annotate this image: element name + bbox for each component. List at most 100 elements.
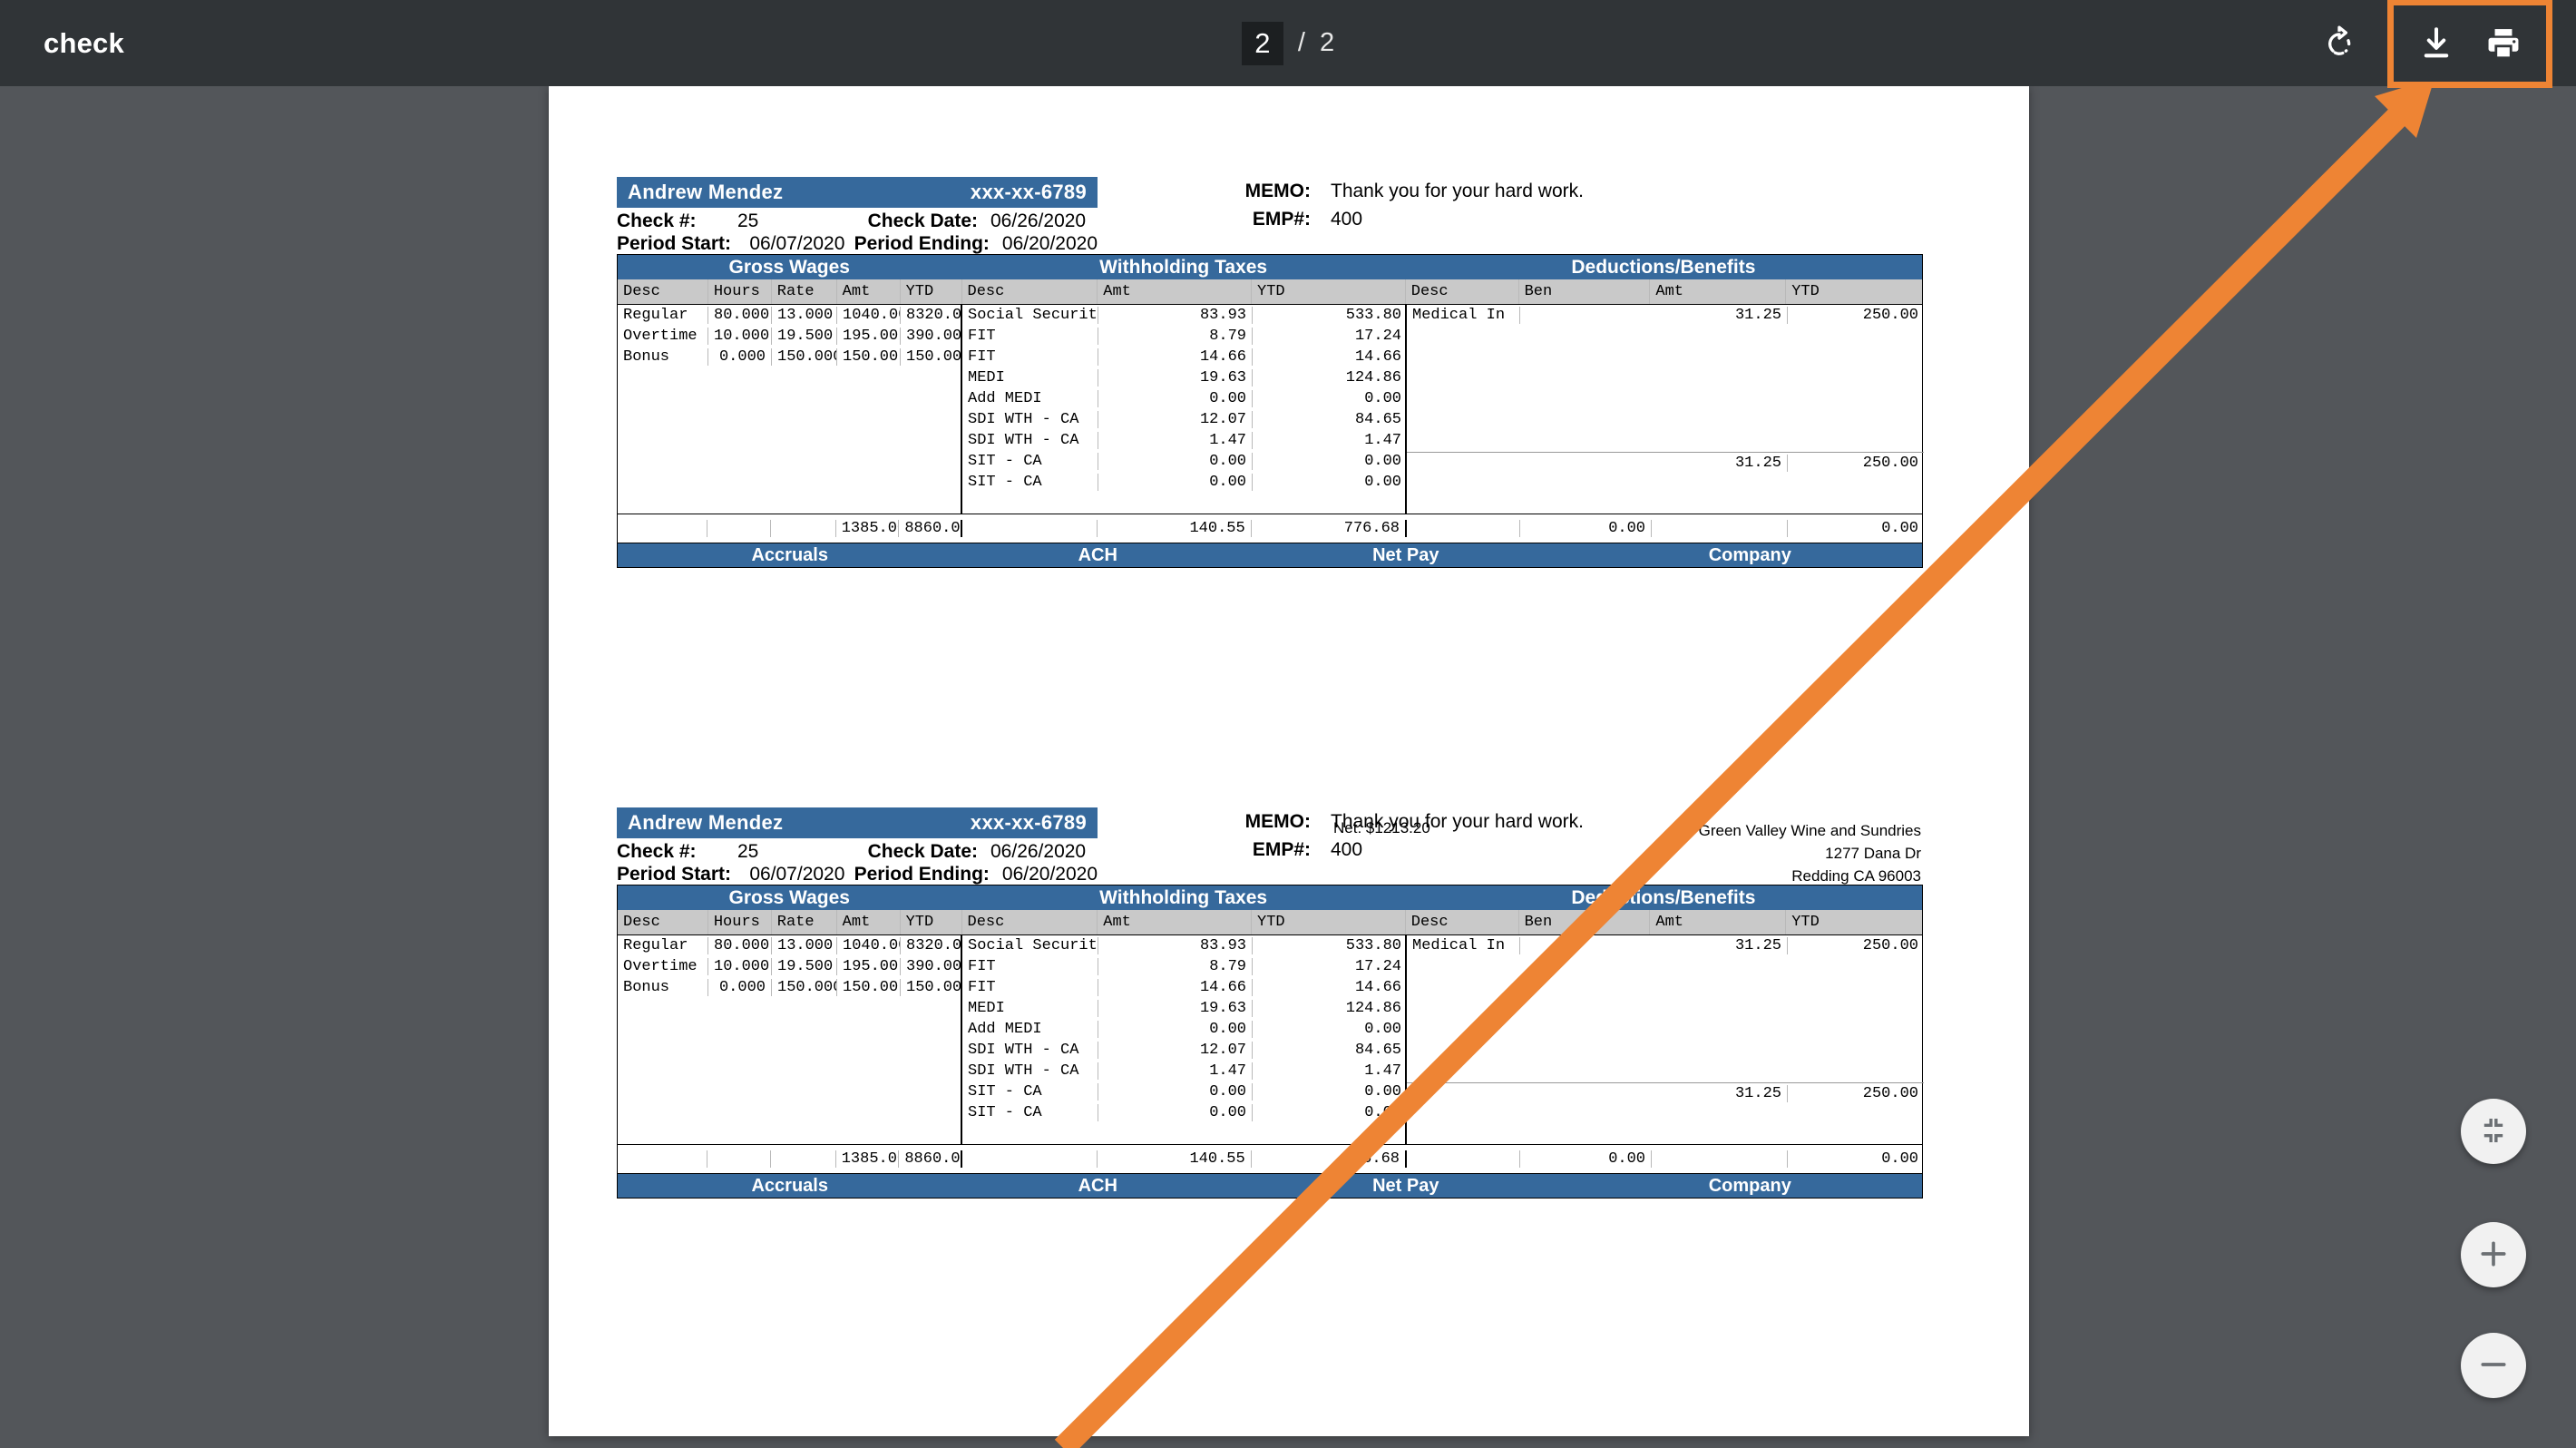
check-number-label: Check #: — [617, 210, 697, 231]
cell: 150.00 — [906, 979, 962, 996]
employee-name-bar: Andrew Mendez xxx-xx-6789 — [617, 807, 1098, 838]
download-icon — [2417, 24, 2455, 63]
employee-ssn: xxx-xx-6789 — [970, 811, 1087, 834]
col-gross-desc: Desc — [618, 910, 708, 934]
emp-number-label: EMP#: — [1252, 209, 1311, 230]
total-cell — [1407, 1150, 1520, 1168]
total-with-ytd: 776.68 — [1343, 520, 1400, 537]
cell: 13.000 — [772, 307, 837, 324]
cell: 250.00 — [1862, 937, 1918, 954]
col-ded-desc: Desc — [1406, 910, 1519, 934]
cell: 19.500 — [772, 328, 837, 345]
fit-to-screen-button[interactable] — [2461, 1099, 2526, 1164]
cell: 0.00 — [1364, 474, 1401, 491]
document-page: Andrew Mendez xxx-xx-6789 Check #: 25 Ch… — [549, 86, 2029, 1436]
current-page-input[interactable]: 2 — [1241, 21, 1283, 65]
cell: Overtime — [618, 328, 708, 345]
col-with-desc: Desc — [962, 910, 1098, 934]
total-cell — [1407, 520, 1520, 537]
cell: 0.000 — [708, 348, 772, 366]
cell: 19.63 — [1098, 369, 1253, 386]
section-deductions-benefits: Deductions/Benefits — [1406, 255, 1922, 279]
check-date-label: Check Date: — [867, 210, 978, 231]
total-gross-ytd: 8860.00 — [904, 1150, 961, 1168]
total-cell — [618, 1150, 708, 1168]
employee-ssn: xxx-xx-6789 — [970, 181, 1087, 203]
check-meta: Check #: 25 Check Date: 06/26/2020 Perio… — [617, 210, 1098, 256]
cell: 0.00 — [1098, 474, 1253, 491]
period-ending-value: 06/20/2020 — [1001, 233, 1098, 254]
total-with-amt: 140.55 — [1098, 520, 1252, 537]
cell: Social Securit — [962, 307, 1098, 324]
deduction-subtotal-row: 31.25 250.00 — [1407, 1082, 1924, 1103]
column-header-row: Desc Hours Rate Amt YTD Desc Amt YTD Des… — [618, 279, 1922, 305]
cell: 150.00 — [837, 979, 901, 996]
minus-icon — [2476, 1347, 2511, 1384]
rotate-clockwise-button[interactable] — [2306, 10, 2373, 77]
print-icon — [2484, 24, 2522, 63]
cell: FIT — [962, 958, 1098, 975]
page-separator: / — [1297, 28, 1305, 57]
cell: 533.80 — [1345, 307, 1401, 324]
period-ending-label: Period Ending: — [854, 864, 990, 885]
check-number-label: Check #: — [617, 841, 697, 862]
toolbar-actions — [2306, 0, 2552, 88]
cell: 14.66 — [1098, 979, 1253, 996]
cell: SIT - CA — [962, 1083, 1098, 1101]
cell: Overtime — [618, 958, 708, 975]
zoom-in-button[interactable] — [2461, 1222, 2526, 1287]
download-button[interactable] — [2403, 10, 2470, 77]
col-with-amt: Amt — [1098, 910, 1253, 934]
total-with-amt: 140.55 — [1098, 1150, 1252, 1168]
cell: Social Securit — [962, 937, 1098, 954]
viewer-toolbar: check 2 / 2 — [0, 0, 2576, 88]
cell: SDI WTH - CA — [962, 411, 1098, 428]
period-start-label: Period Start: — [617, 233, 732, 254]
col-with-amt: Amt — [1098, 279, 1253, 304]
check-meta: Check #: 25 Check Date: 06/26/2020 Perio… — [617, 841, 1098, 886]
col-ded-desc: Desc — [1406, 279, 1519, 304]
total-page-count: 2 — [1319, 28, 1335, 57]
deduction-subtotal-row: 31.25 250.00 — [1407, 452, 1924, 473]
check-date-value: 06/26/2020 — [990, 210, 1087, 231]
cell: SDI WTH - CA — [962, 1062, 1098, 1080]
check-stub: Andrew Mendez xxx-xx-6789 Check #: 25 Ch… — [617, 177, 1924, 885]
total-with-ytd: 776.68 — [1343, 1150, 1400, 1168]
cell: 10.000 — [708, 958, 772, 975]
cell: 1.47 — [1364, 432, 1401, 449]
action-highlight-box — [2387, 0, 2552, 88]
cell: 80.000 — [708, 307, 772, 324]
cell: 31.25 — [1652, 454, 1788, 472]
gross-rows: Regular80.00013.0001040.00 8320.00 Overti… — [618, 305, 962, 514]
period-start-label: Period Start: — [617, 864, 732, 885]
memo-value: Thank you for your hard work. — [1331, 181, 1584, 201]
totals-row: 1385.00 8860.00 140.55 776.68 0.00 0.00 — [618, 514, 1922, 543]
employee-name: Andrew Mendez — [628, 181, 784, 203]
zoom-controls — [2461, 1099, 2526, 1398]
period-start-value: 06/07/2020 — [749, 233, 845, 254]
total-cell — [618, 520, 708, 537]
check-stub: Andrew Mendez xxx-xx-6789 Check #: 25 Ch… — [617, 807, 1924, 1199]
cell: 10.000 — [708, 328, 772, 345]
print-button[interactable] — [2470, 10, 2537, 77]
zoom-out-button[interactable] — [2461, 1333, 2526, 1398]
cell: 17.24 — [1354, 328, 1401, 345]
cell: 195.00 — [837, 328, 901, 345]
cell: 83.93 — [1098, 307, 1253, 324]
section-withholding-taxes: Withholding Taxes — [961, 255, 1406, 279]
cell: Add MEDI — [962, 390, 1098, 407]
rotate-clockwise-icon — [2320, 24, 2358, 63]
emp-number-value: 400 — [1331, 209, 1363, 230]
total-gross-ytd: 8860.00 — [904, 520, 961, 537]
cell: 0.00 — [1098, 1021, 1253, 1038]
col-gross-ytd: YTD — [901, 910, 962, 934]
cell: 84.65 — [1354, 1042, 1401, 1059]
withholding-rows: Social Securit 83.93 533.80 FIT 8.79 17.24 F… — [962, 935, 1407, 1144]
cell: 0.00 — [1364, 1083, 1401, 1101]
document-scroll-area[interactable]: Andrew Mendez xxx-xx-6789 Check #: 25 Ch… — [0, 86, 2576, 1448]
cell: 1.47 — [1098, 432, 1253, 449]
cell: 0.00 — [1098, 1083, 1253, 1101]
band-accruals: Accruals — [751, 1175, 828, 1196]
col-ded-ben: Ben — [1519, 910, 1651, 934]
cell: 390.00 — [906, 958, 962, 975]
